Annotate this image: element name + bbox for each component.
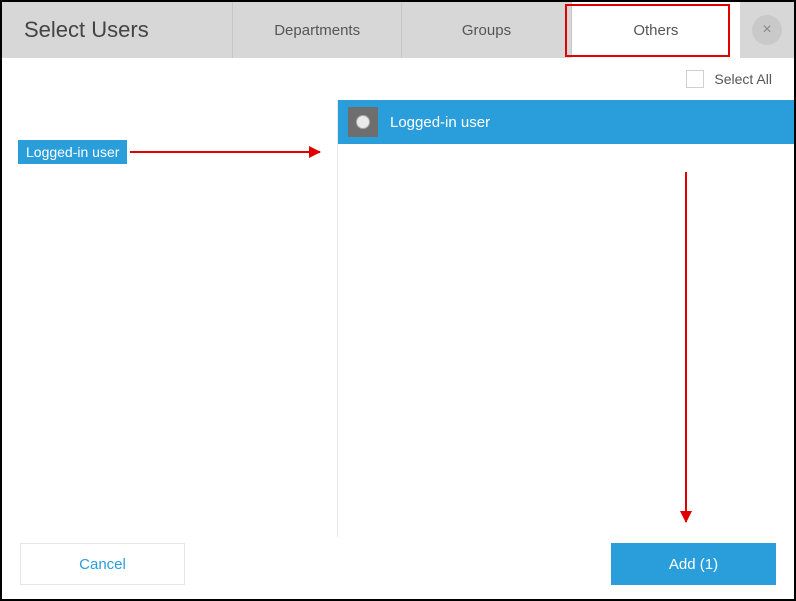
button-label: Cancel — [79, 556, 126, 573]
avatar-circle-icon — [356, 115, 370, 129]
footer: Cancel Add (1) — [2, 537, 794, 599]
right-column: Logged-in user — [337, 100, 794, 537]
dialog-title: Select Users — [2, 2, 232, 58]
select-users-dialog: Select Users Departments Groups Others ×… — [0, 0, 796, 601]
add-button[interactable]: Add (1) — [611, 543, 776, 585]
close-button[interactable]: × — [752, 15, 782, 45]
tab-others[interactable]: Others — [571, 2, 740, 58]
user-avatar-icon — [348, 107, 378, 137]
select-all-checkbox[interactable] — [686, 70, 704, 88]
select-all-row: Select All — [2, 58, 794, 100]
left-column — [2, 100, 337, 537]
tab-label: Groups — [462, 22, 511, 39]
tab-label: Departments — [274, 22, 360, 39]
content: Logged-in user — [2, 100, 794, 537]
cancel-button[interactable]: Cancel — [20, 543, 185, 585]
tab-departments[interactable]: Departments — [232, 2, 401, 58]
dialog-header: Select Users Departments Groups Others × — [2, 2, 794, 58]
user-row-logged-in[interactable]: Logged-in user — [338, 100, 794, 144]
tabs: Departments Groups Others — [232, 2, 740, 58]
user-row-label: Logged-in user — [390, 114, 490, 131]
tab-label: Others — [633, 22, 678, 39]
button-label: Add (1) — [669, 556, 718, 573]
select-all-label: Select All — [714, 71, 772, 87]
close-icon: × — [762, 21, 771, 39]
tab-groups[interactable]: Groups — [401, 2, 570, 58]
